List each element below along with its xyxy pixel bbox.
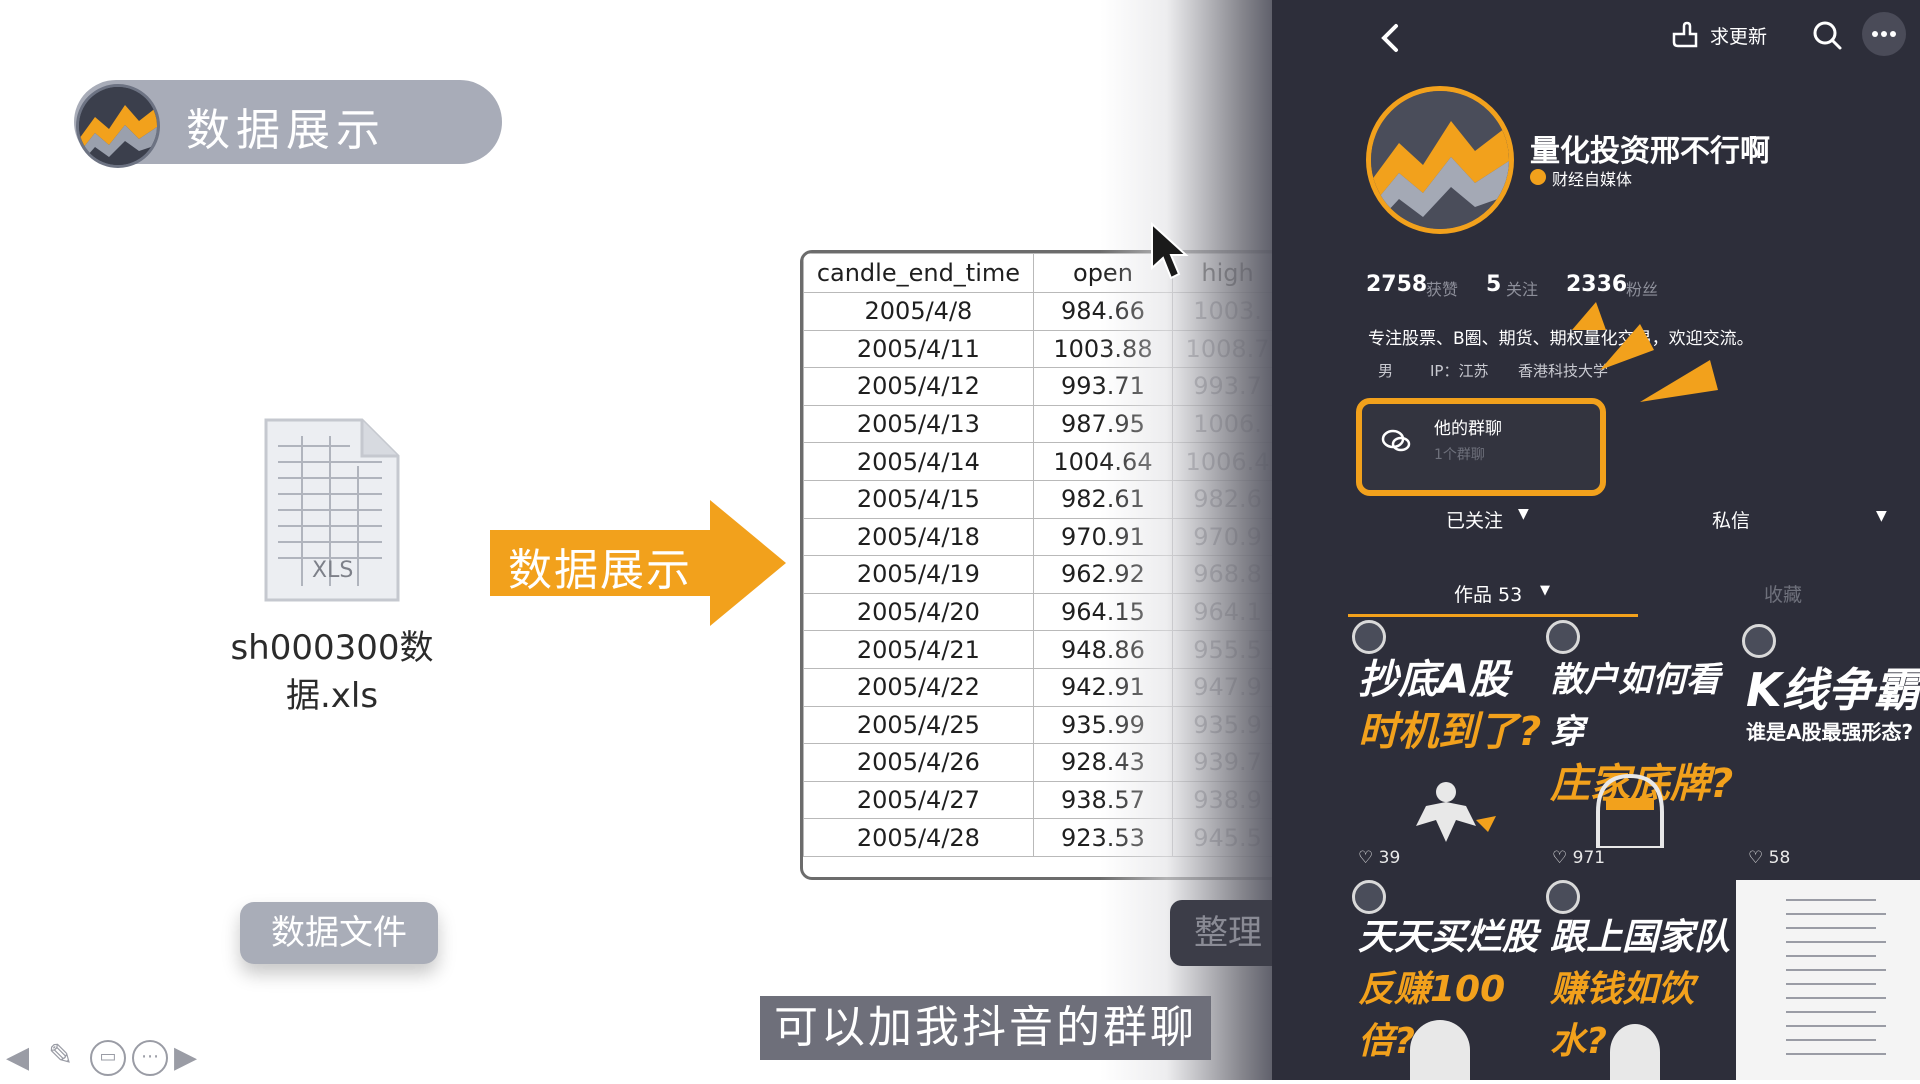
- likes-label: 获赞: [1426, 280, 1459, 299]
- ip-tag: IP：江苏: [1430, 362, 1489, 380]
- pen-icon[interactable]: ✎: [48, 1038, 73, 1073]
- logo-avatar: [76, 84, 160, 168]
- card-title: 天天买烂股: [1358, 917, 1539, 958]
- group-chat-sub: 1个群聊: [1434, 447, 1485, 463]
- date-cell: 2005/4/22: [803, 667, 1034, 707]
- like-value: 39: [1378, 848, 1401, 868]
- verified-label: 财经自媒体: [1552, 170, 1633, 189]
- chevron-down-icon[interactable]: ▼: [1876, 508, 1887, 524]
- portrait-illustration: [1610, 1024, 1660, 1080]
- chevron-down-icon[interactable]: ▼: [1518, 506, 1529, 522]
- message-button[interactable]: 私信: [1712, 506, 1750, 533]
- chevron-down-icon[interactable]: ▼: [1540, 583, 1550, 598]
- likes-count: 2758: [1366, 272, 1428, 297]
- video-subtitle: 可以加我抖音的群聊: [760, 996, 1211, 1060]
- request-update-button[interactable]: 求更新: [1710, 22, 1767, 49]
- date-cell: 2005/4/15: [803, 479, 1034, 519]
- group-chat-label: 他的群聊: [1434, 419, 1502, 439]
- date-cell: 2005/4/14: [803, 442, 1034, 481]
- card-title: 散户如何看穿: [1550, 660, 1720, 752]
- gender-tag: 男: [1378, 362, 1394, 380]
- column-header: candle_end_time: [803, 253, 1034, 293]
- date-cell: 2005/4/20: [803, 592, 1034, 632]
- data-file-button[interactable]: 数据文件: [240, 902, 438, 964]
- card-avatar: [1546, 880, 1580, 914]
- prev-arrow-icon[interactable]: ◀: [6, 1040, 29, 1075]
- document-thumbnail: [1736, 880, 1920, 1080]
- hand-icon: [1672, 21, 1698, 48]
- file-name: sh000300数据.xls: [230, 628, 434, 716]
- card-title: K线争霸: [1746, 663, 1920, 717]
- back-icon[interactable]: [1374, 20, 1410, 56]
- file-badge: XLS: [312, 558, 354, 583]
- verified-icon: [1530, 169, 1546, 185]
- date-cell: 2005/4/27: [803, 780, 1034, 820]
- like-value: 58: [1768, 848, 1791, 868]
- slides-icon[interactable]: ▭: [90, 1040, 126, 1076]
- like-count: ♡ 58: [1748, 848, 1791, 868]
- card-subtitle: 谁是A股最强形态?: [1746, 720, 1914, 744]
- tab-works[interactable]: 作品 53: [1454, 580, 1522, 607]
- card-title: 跟上国家队: [1550, 917, 1731, 958]
- search-icon[interactable]: [1810, 18, 1844, 52]
- following-count[interactable]: 5: [1486, 272, 1501, 297]
- card-subtitle: 时机到了?: [1358, 709, 1542, 755]
- date-cell: 2005/4/12: [803, 367, 1034, 406]
- date-cell: 2005/4/8: [803, 292, 1034, 331]
- card-avatar: [1352, 620, 1386, 654]
- like-count: ♡ 971: [1552, 848, 1606, 868]
- date-cell: 2005/4/21: [803, 630, 1034, 669]
- card-title: 抄底A股: [1358, 657, 1509, 703]
- more-icon[interactable]: [1862, 12, 1906, 56]
- card-avatar: [1352, 880, 1386, 914]
- video-card[interactable]: K线争霸 谁是A股最强形态?: [1746, 664, 1920, 745]
- mouse-cursor-icon: [1151, 222, 1189, 280]
- profile-avatar[interactable]: [1366, 86, 1514, 234]
- tab-collect[interactable]: 收藏: [1764, 580, 1802, 607]
- face-illustration: [1596, 773, 1664, 848]
- next-arrow-icon[interactable]: ▶: [174, 1040, 197, 1075]
- date-cell: 2005/4/18: [803, 517, 1034, 557]
- date-cell: 2005/4/19: [803, 555, 1034, 594]
- card-avatar: [1546, 620, 1580, 654]
- date-cell: 2005/4/25: [803, 705, 1034, 745]
- date-cell: 2005/4/11: [803, 329, 1034, 369]
- like-count: ♡ 39: [1358, 848, 1401, 868]
- arrow-label: 数据展示: [508, 545, 692, 596]
- tab-underline: [1348, 614, 1638, 617]
- date-cell: 2005/4/28: [803, 818, 1034, 857]
- figure-illustration: [1416, 782, 1496, 842]
- chat-icon: [1381, 429, 1411, 452]
- more-options-icon[interactable]: ⋯: [132, 1040, 168, 1076]
- date-cell: 2005/4/26: [803, 743, 1034, 782]
- section-title: 数据展示: [186, 105, 386, 156]
- date-cell: 2005/4/13: [803, 404, 1034, 444]
- portrait-illustration: [1410, 1020, 1470, 1080]
- video-card[interactable]: 抄底A股 时机到了?: [1358, 654, 1548, 758]
- card-avatar: [1742, 624, 1776, 658]
- pointer-arrows-icon: [1572, 302, 1718, 402]
- like-value: 971: [1572, 848, 1606, 868]
- profile-name: 量化投资邢不行啊: [1530, 134, 1770, 169]
- following-label[interactable]: 关注: [1506, 276, 1538, 300]
- followed-button[interactable]: 已关注: [1446, 506, 1503, 533]
